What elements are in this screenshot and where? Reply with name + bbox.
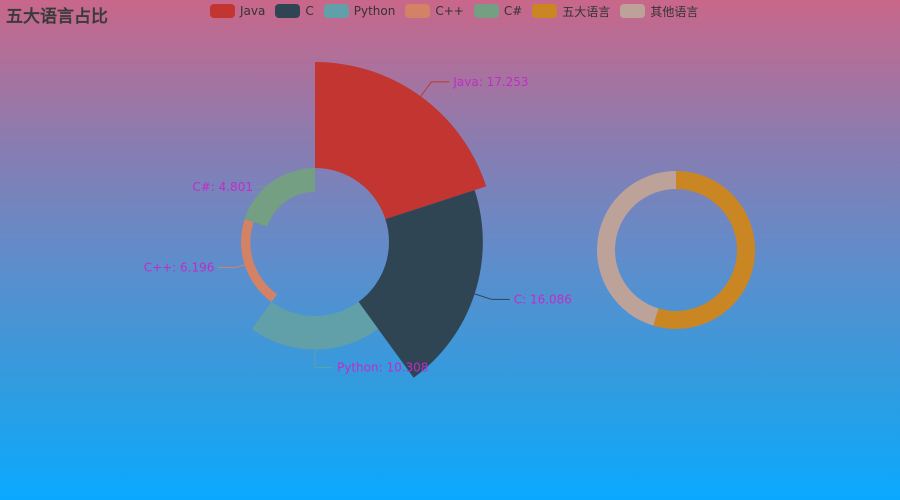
rose-slice-c[interactable]	[358, 190, 483, 378]
donut-slice[interactable]	[653, 171, 755, 329]
label-leader-line	[314, 349, 333, 369]
donut-chart	[597, 171, 755, 329]
data-label: C: 16.086	[514, 292, 572, 306]
data-label: Java: 17.253	[452, 75, 528, 89]
rose-slice-c-[interactable]	[244, 168, 315, 227]
rose-slice-python[interactable]	[251, 301, 379, 350]
label-leader-line	[420, 81, 450, 97]
chart-canvas: Java: 17.253 C: 16.086 Python: 10.308 C++: …	[144, 62, 755, 378]
data-label: C#: 4.801	[192, 180, 253, 194]
rose-pie-chart: Java: 17.253 C: 16.086 Python: 10.308 C++: …	[144, 62, 572, 378]
label-leader-line	[474, 293, 510, 300]
data-label: C++: 6.196	[144, 261, 215, 275]
data-label: Python: 10.308	[337, 361, 428, 375]
donut-slice[interactable]	[597, 171, 676, 326]
rose-slice-c-[interactable]	[240, 219, 278, 302]
